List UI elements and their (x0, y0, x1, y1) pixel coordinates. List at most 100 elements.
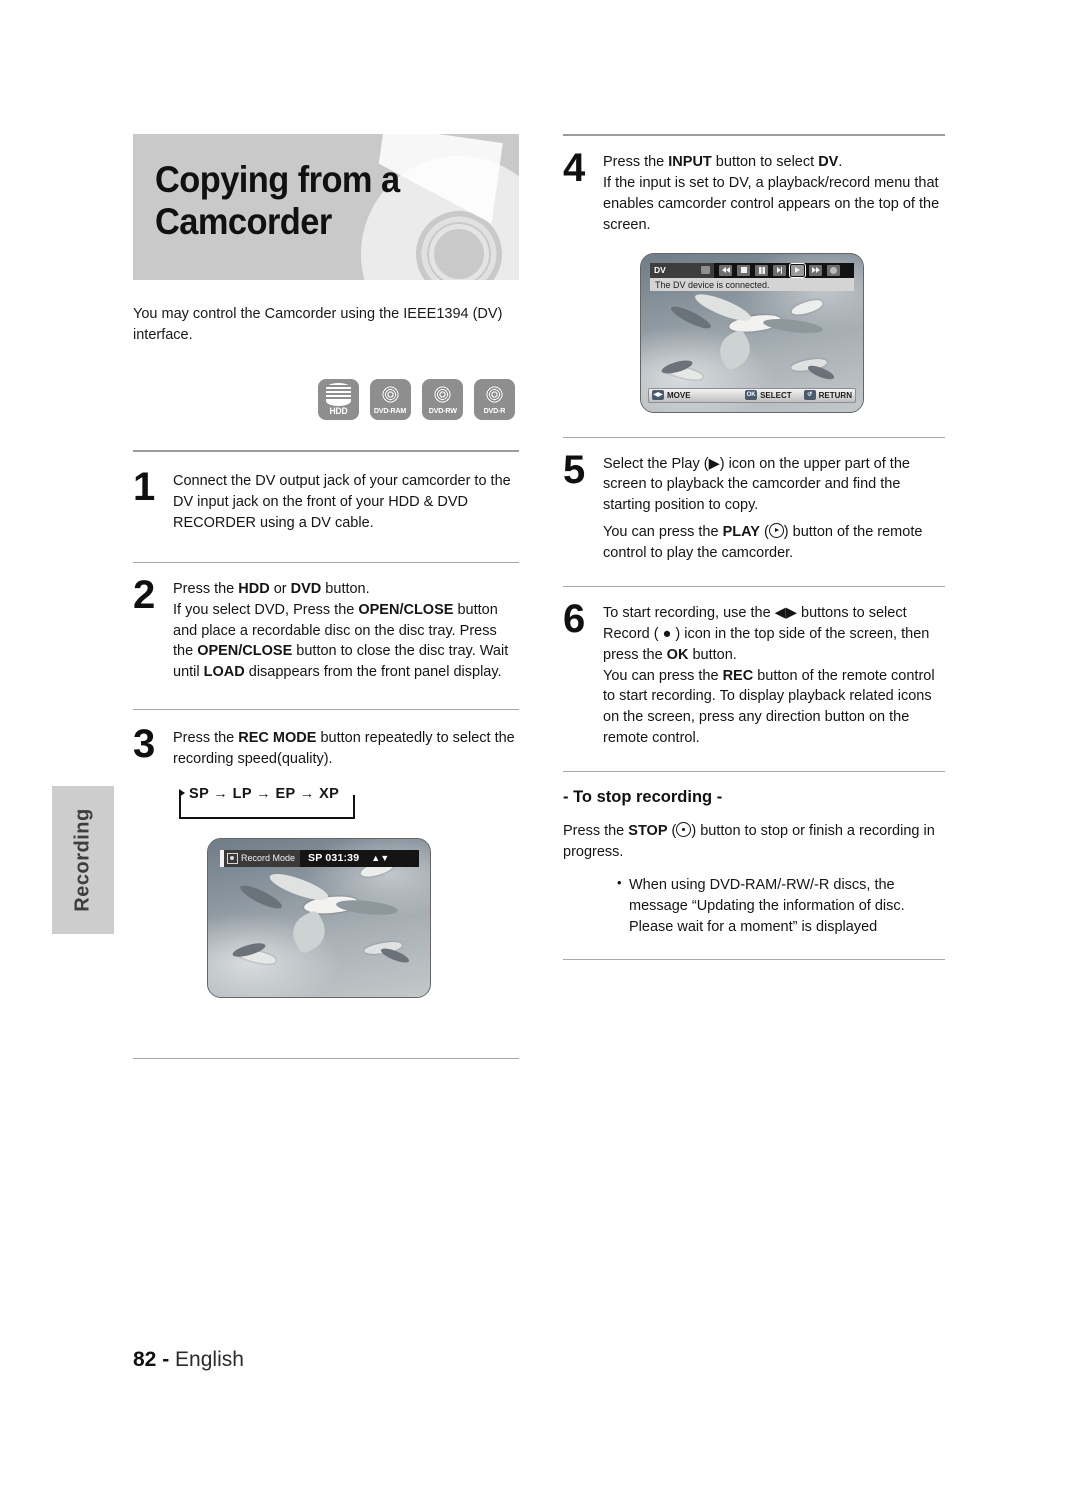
divider (563, 436, 945, 438)
t: Press the (173, 730, 239, 747)
disc-icon (481, 382, 508, 408)
step-2: 2 Press the HDD or DVD button. If you se… (133, 572, 519, 683)
return-arrow-icon: ↺ (803, 390, 816, 400)
step-5-line-2: You can press the PLAY () button of the … (603, 522, 945, 564)
osd-dv-bottom-bar: ◀▶ MOVE OK SELECT ↺ RETURN (648, 387, 856, 403)
screenshot-dv-menu: DV The DV device is connected. ◀▶ MOVE O… (640, 252, 864, 413)
step-text: Press the REC MODE button repeatedly to … (173, 725, 519, 770)
step-number: 5 (563, 447, 585, 492)
play-icon[interactable] (789, 262, 806, 278)
step-3: 3 Press the REC MODE button repeatedly t… (133, 722, 519, 770)
step-forward-icon[interactable] (773, 264, 786, 276)
play-button-glyph-icon (768, 523, 784, 539)
osd-record-mode-label-group: Record Mode (224, 849, 301, 867)
media-badge-label: DVD-RW (428, 406, 457, 416)
section-tab-label: Recording (71, 808, 94, 912)
page-title: Copying from a Camcorder (155, 159, 400, 242)
osd-select-button[interactable]: OK SELECT (745, 390, 792, 400)
media-badge-label: HDD (329, 406, 348, 417)
osd-select-label: SELECT (760, 390, 792, 400)
osd-record-mode-value-group[interactable]: SP 031:39 ▲▼ (300, 849, 419, 867)
divider (133, 1057, 519, 1059)
record-icon[interactable] (827, 264, 840, 276)
record-mode-icon (227, 852, 238, 864)
osd-return-button[interactable]: ↺ RETURN (803, 390, 852, 400)
list-item: When using DVD-RAM/-RW/-R discs, the mes… (617, 874, 945, 938)
step-1: 1 Connect the DV output jack of your cam… (133, 465, 519, 534)
osd-return-label: RETURN (818, 390, 852, 400)
t: REC MODE (238, 730, 317, 747)
pause-icon[interactable] (755, 264, 768, 276)
osd-dv-device-name: DV (654, 265, 666, 275)
t: . (838, 154, 843, 170)
step-5-line-1: Select the Play (▶) icon on the upper pa… (603, 455, 910, 514)
osd-move-button[interactable]: ◀▶ MOVE (652, 390, 691, 400)
t: You can press the (603, 524, 723, 541)
step-6: 6 To start recording, use the ◀▶ buttons… (563, 596, 945, 750)
t: ( (667, 823, 677, 839)
hdd-stack-icon (325, 382, 352, 407)
t: Press the (173, 580, 239, 597)
t: Press the (563, 823, 629, 839)
t: PLAY (722, 524, 760, 541)
step-text: Connect the DV output jack of your camco… (173, 468, 519, 534)
t: button. (688, 646, 737, 663)
page-banner: Copying from a Camcorder (133, 134, 519, 280)
step-number: 2 (133, 572, 155, 617)
fast-forward-icon[interactable] (809, 264, 822, 276)
screenshot-record-mode: Record Mode SP 031:39 ▲▼ (207, 837, 431, 998)
step-text: Press the INPUT button to select DV. If … (603, 149, 945, 236)
t: Press the (603, 154, 669, 170)
osd-dv-panel: DV The DV device is connected. (650, 262, 854, 291)
rec-mode-cycle-diagram: SP → LP → EP → XP (173, 786, 359, 822)
osd-record-mode-label: Record Mode (241, 853, 296, 864)
footer-language: English (175, 1348, 244, 1371)
step-2-line-1: Press the HDD or DVD button. (173, 579, 519, 600)
stop-recording-heading: - To stop recording - (563, 788, 723, 806)
t: button to select (711, 154, 819, 170)
stop-icon[interactable] (737, 264, 750, 276)
divider (563, 585, 945, 587)
disc-icon (377, 382, 404, 408)
t: disappears from the front panel display. (244, 664, 502, 681)
t: DV (818, 154, 839, 170)
rewind-icon[interactable] (719, 264, 732, 276)
t: DVD (290, 580, 322, 597)
up-down-arrows-icon[interactable]: ▲▼ (371, 853, 389, 862)
step-text: Press the HDD or DVD button. If you sele… (173, 576, 519, 683)
step-4-line-2: If the input is set to DV, a playback/re… (603, 174, 940, 233)
media-badge-dvd-r: DVD-R (474, 379, 515, 421)
t: To start recording, use the ◀▶ buttons t… (603, 604, 930, 663)
osd-dv-status-message: The DV device is connected. (650, 277, 854, 291)
t: button. (321, 580, 370, 597)
divider (133, 450, 519, 453)
osd-move-label: MOVE (667, 390, 691, 400)
media-badge-dvd-ram: DVD-RAM (370, 379, 411, 421)
step-4: 4 Press the INPUT button to select DV. I… (563, 146, 945, 236)
stop-recording-notes: When using DVD-RAM/-RW/-R discs, the mes… (577, 874, 945, 938)
divider (563, 959, 945, 961)
left-column: Copying from a Camcorder You may control… (133, 134, 519, 1059)
step-number: 3 (133, 722, 155, 767)
media-badge-hdd: HDD (318, 379, 359, 421)
t: STOP (628, 823, 668, 839)
intro-paragraph: You may control the Camcorder using the … (133, 306, 503, 343)
step-number: 4 (563, 146, 585, 190)
step-6-line-2: You can press the REC button of the remo… (603, 666, 945, 750)
step-text: Select the Play (▶) icon on the upper pa… (603, 451, 945, 564)
step-number: 1 (133, 465, 155, 510)
step-1-line-1: Connect the DV output jack of your camco… (173, 473, 511, 531)
t: OPEN/CLOSE (358, 601, 454, 618)
step-number: 6 (563, 596, 585, 641)
osd-record-mode-value: SP 031:39 (308, 852, 360, 865)
ok-key-icon: OK (745, 390, 758, 400)
media-badge-label: DVD-RAM (374, 406, 407, 416)
camcorder-icon (701, 266, 710, 274)
right-column: 4 Press the INPUT button to select DV. I… (563, 134, 945, 961)
t: You can press the (603, 667, 723, 684)
step-6-line-1: To start recording, use the ◀▶ buttons t… (603, 603, 945, 666)
t: LOAD (203, 664, 245, 681)
cycle-labels: SP → LP → EP → XP (189, 785, 340, 802)
section-tab-recording: Recording (52, 786, 114, 934)
step-5: 5 Select the Play (▶) icon on the upper … (563, 447, 945, 564)
